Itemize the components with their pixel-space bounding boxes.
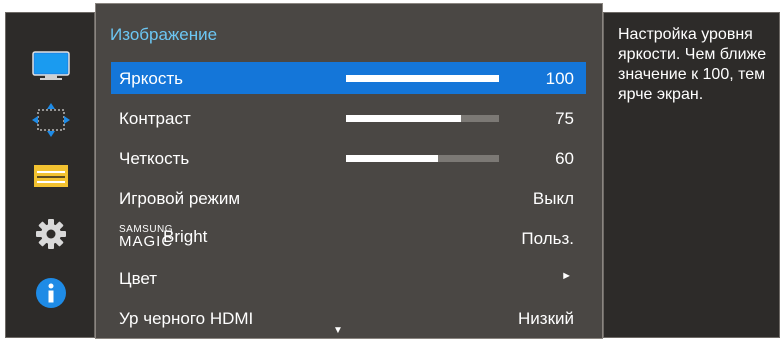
menu-item-magic-bright[interactable]: SAMSUNG MAGIC Bright Польз.	[111, 222, 586, 254]
menu-item-value: Низкий	[518, 309, 574, 328]
osd-menu: Изображение Яркость 100 Контраст 75 Четк…	[0, 0, 781, 343]
screen-position-category[interactable]	[6, 90, 96, 150]
help-panel: Настройка уровня яркости. Чем ближе знач…	[603, 12, 780, 338]
picture-menu-panel: Изображение Яркость 100 Контраст 75 Четк…	[95, 3, 603, 339]
bright-label: Bright	[163, 227, 208, 246]
menu-bars-icon	[34, 165, 68, 187]
slider-fill	[346, 115, 461, 122]
info-icon	[36, 278, 66, 308]
contrast-slider[interactable]	[346, 115, 499, 122]
menu-item-value: Выкл	[532, 189, 574, 208]
submenu-arrow-icon: ►	[561, 270, 572, 282]
menu-item-contrast[interactable]: Контраст 75	[111, 102, 586, 134]
scroll-down-icon[interactable]: ▼	[333, 325, 343, 336]
menu-title: Изображение	[110, 25, 218, 44]
gear-icon	[36, 219, 66, 249]
help-text: Настройка уровня яркости. Чем ближе знач…	[618, 26, 767, 103]
monitor-icon	[32, 51, 70, 80]
category-sidebar	[5, 12, 95, 338]
move-arrows-icon	[32, 103, 70, 137]
menu-item-color[interactable]: Цвет ►	[111, 262, 586, 294]
menu-item-brightness[interactable]: Яркость 100	[111, 62, 586, 94]
menu-item-hdmi-black-level[interactable]: Ур черного HDMI Низкий	[111, 302, 586, 334]
menu-item-game-mode[interactable]: Игровой режим Выкл	[111, 182, 586, 214]
brightness-slider[interactable]	[346, 75, 499, 82]
sharpness-slider[interactable]	[346, 155, 499, 162]
picture-category[interactable]	[6, 36, 96, 96]
information-category[interactable]	[6, 263, 96, 323]
menu-item-label: Контраст	[119, 109, 191, 128]
system-category[interactable]	[6, 146, 96, 206]
menu-item-label: Четкость	[119, 149, 190, 168]
settings-category[interactable]	[6, 204, 96, 264]
menu-item-label: Цвет	[119, 269, 158, 288]
menu-item-label: Ур черного HDMI	[119, 309, 254, 328]
menu-item-value: 75	[555, 109, 574, 128]
menu-item-value: 100	[545, 69, 574, 88]
slider-fill	[346, 75, 499, 82]
menu-item-label: Игровой режим	[119, 189, 241, 208]
menu-item-sharpness[interactable]: Четкость 60	[111, 142, 586, 174]
menu-item-label: Яркость	[119, 69, 183, 88]
menu-item-value: 60	[555, 149, 574, 168]
menu-item-value: Польз.	[521, 229, 574, 248]
slider-fill	[346, 155, 438, 162]
